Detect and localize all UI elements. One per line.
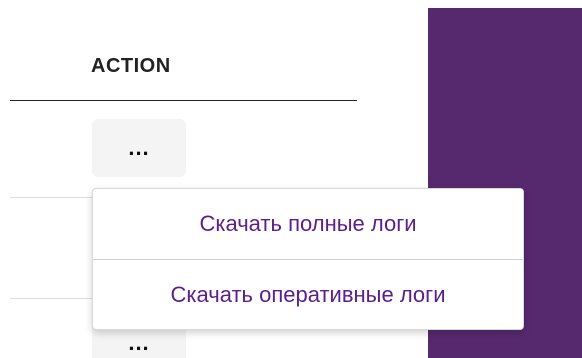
row-divider <box>10 197 94 198</box>
download-full-logs-item[interactable]: Скачать полные логи <box>93 189 523 259</box>
more-horizontal-icon: ... <box>128 135 150 160</box>
action-column-header: ACTION <box>91 55 171 77</box>
row-divider <box>10 298 94 299</box>
more-horizontal-icon: ... <box>128 330 150 355</box>
page: ACTION ... ... Скачать полные логи Скача… <box>0 0 582 358</box>
row-actions-button[interactable]: ... <box>92 119 186 177</box>
actions-dropdown-menu: Скачать полные логи Скачать оперативные … <box>92 188 524 330</box>
header-divider <box>10 100 357 101</box>
download-operational-logs-item[interactable]: Скачать оперативные логи <box>93 260 523 330</box>
